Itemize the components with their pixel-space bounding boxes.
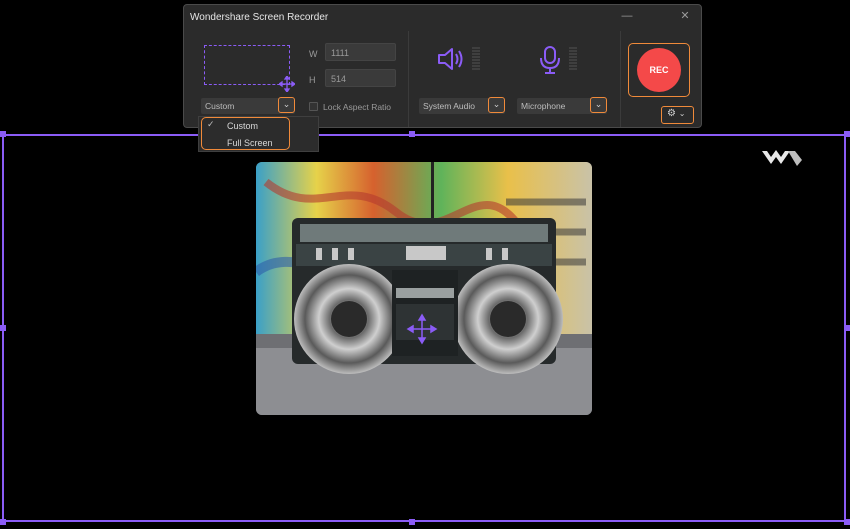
region-mode-value: Custom xyxy=(205,101,235,111)
microphone-icon[interactable] xyxy=(539,45,561,75)
height-label: H xyxy=(309,75,316,85)
resize-handle-left[interactable] xyxy=(0,325,6,331)
lock-aspect-checkbox[interactable] xyxy=(309,102,318,111)
region-mode-dropdown[interactable]: Custom ⌄ xyxy=(201,97,295,114)
divider xyxy=(408,31,409,127)
lock-aspect-label: Lock Aspect Ratio xyxy=(323,102,392,112)
resize-handle-bottom-left[interactable] xyxy=(0,519,6,525)
wondershare-logo-icon xyxy=(762,150,802,166)
menu-highlight xyxy=(201,117,290,150)
minimize-button[interactable]: — xyxy=(620,9,634,23)
divider xyxy=(620,31,621,127)
chevron-down-icon[interactable]: ⌄ xyxy=(278,97,295,113)
chevron-down-icon[interactable]: ⌄ xyxy=(488,97,505,113)
width-field[interactable]: 1111 xyxy=(325,43,396,61)
region-preview xyxy=(204,45,295,92)
microphone-value: Microphone xyxy=(521,101,566,111)
preview-image xyxy=(256,162,592,415)
microphone-dropdown[interactable]: Microphone ⌄ xyxy=(517,97,607,114)
move-icon xyxy=(279,76,295,92)
resize-handle-top[interactable] xyxy=(409,131,415,137)
rec-button-highlight: REC xyxy=(628,43,690,97)
settings-button[interactable]: ⚙ ⌄ xyxy=(661,106,694,124)
title-bar[interactable]: Wondershare Screen Recorder — ✕ xyxy=(184,5,701,29)
gear-icon: ⚙ xyxy=(667,108,676,119)
resize-handle-bottom-right[interactable] xyxy=(844,519,850,525)
microphone-meter xyxy=(569,47,577,71)
resize-handle-right[interactable] xyxy=(844,325,850,331)
chevron-down-icon: ⌄ xyxy=(678,109,686,118)
resize-handle-top-right[interactable] xyxy=(844,131,850,137)
resize-handle-top-left[interactable] xyxy=(0,131,6,137)
screen-background: Wondershare Screen Recorder — ✕ W 1111 H… xyxy=(0,0,850,529)
width-label: W xyxy=(309,49,318,59)
system-audio-meter xyxy=(472,47,480,71)
height-field[interactable]: 514 xyxy=(325,69,396,87)
resize-handle-bottom[interactable] xyxy=(409,519,415,525)
rec-button[interactable]: REC xyxy=(637,48,681,92)
recorder-panel: Wondershare Screen Recorder — ✕ W 1111 H… xyxy=(183,4,702,128)
close-button[interactable]: ✕ xyxy=(678,9,692,23)
system-audio-value: System Audio xyxy=(423,101,475,111)
chevron-down-icon[interactable]: ⌄ xyxy=(590,97,607,113)
system-audio-dropdown[interactable]: System Audio ⌄ xyxy=(419,97,505,114)
speaker-icon[interactable] xyxy=(436,45,466,73)
window-title: Wondershare Screen Recorder xyxy=(190,12,329,23)
